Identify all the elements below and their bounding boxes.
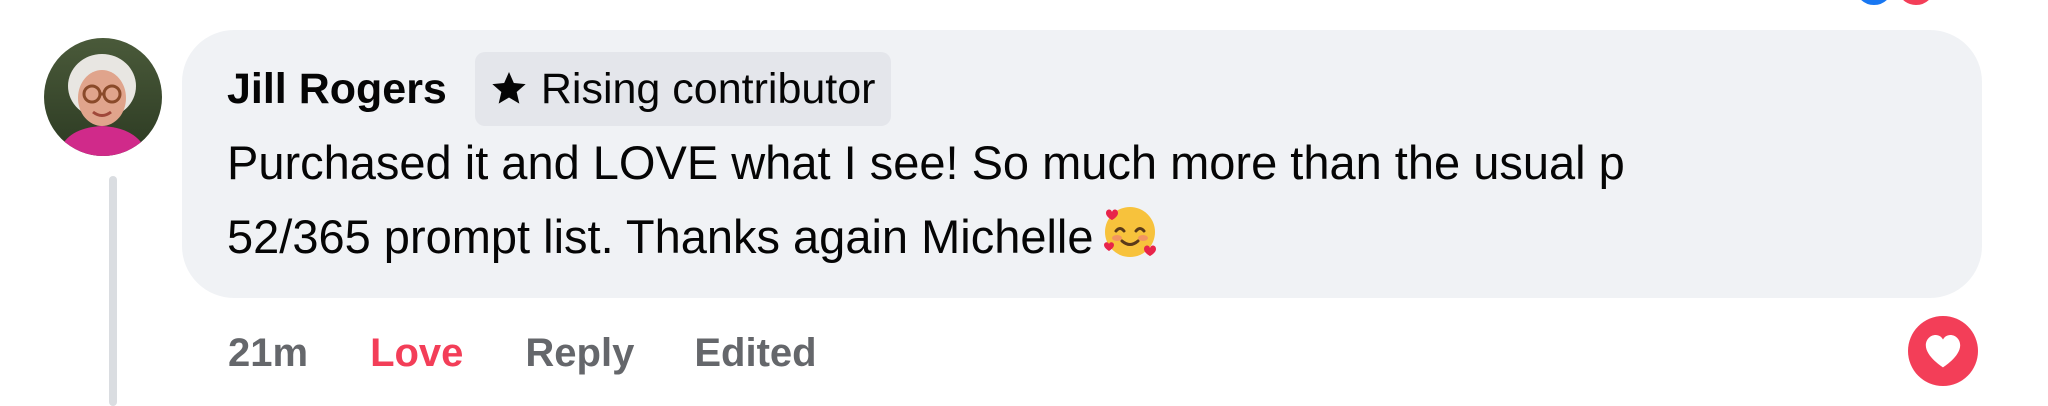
avatar[interactable] (44, 38, 162, 156)
love-button[interactable]: Love (370, 331, 463, 376)
star-icon (492, 72, 526, 104)
contributor-badge[interactable]: Rising contributor (474, 52, 892, 126)
reply-button[interactable]: Reply (525, 331, 634, 376)
heart-icon (1925, 334, 1961, 368)
comment-bubble: Jill Rogers Rising contributor Purchased… (182, 30, 1982, 298)
comment-text: Purchased it and LOVE what I see! So muc… (227, 126, 1947, 282)
comment-header: Jill Rogers Rising contributor (227, 52, 892, 126)
parent-reaction-icons[interactable] (1852, 0, 1962, 8)
love-reaction-icon (1894, 0, 1938, 8)
author-name[interactable]: Jill Rogers (227, 65, 447, 114)
thread-line (109, 176, 117, 406)
comment-timestamp[interactable]: 21m (228, 331, 308, 376)
avatar-image (44, 38, 162, 156)
comment-text-line-content: 52/365 prompt list. Thanks again Michell… (227, 210, 1094, 263)
smiling-face-with-hearts-icon (1100, 201, 1160, 282)
comment-actions: 21m Love Reply Edited (228, 318, 817, 388)
reaction-count-button[interactable] (1908, 316, 1978, 386)
comment-text-line: 52/365 prompt list. Thanks again Michell… (227, 200, 1947, 282)
like-reaction-icon (1852, 0, 1896, 8)
comment-text-line: Purchased it and LOVE what I see! So muc… (227, 136, 1625, 189)
edited-label[interactable]: Edited (694, 331, 816, 376)
badge-label: Rising contributor (540, 64, 876, 113)
